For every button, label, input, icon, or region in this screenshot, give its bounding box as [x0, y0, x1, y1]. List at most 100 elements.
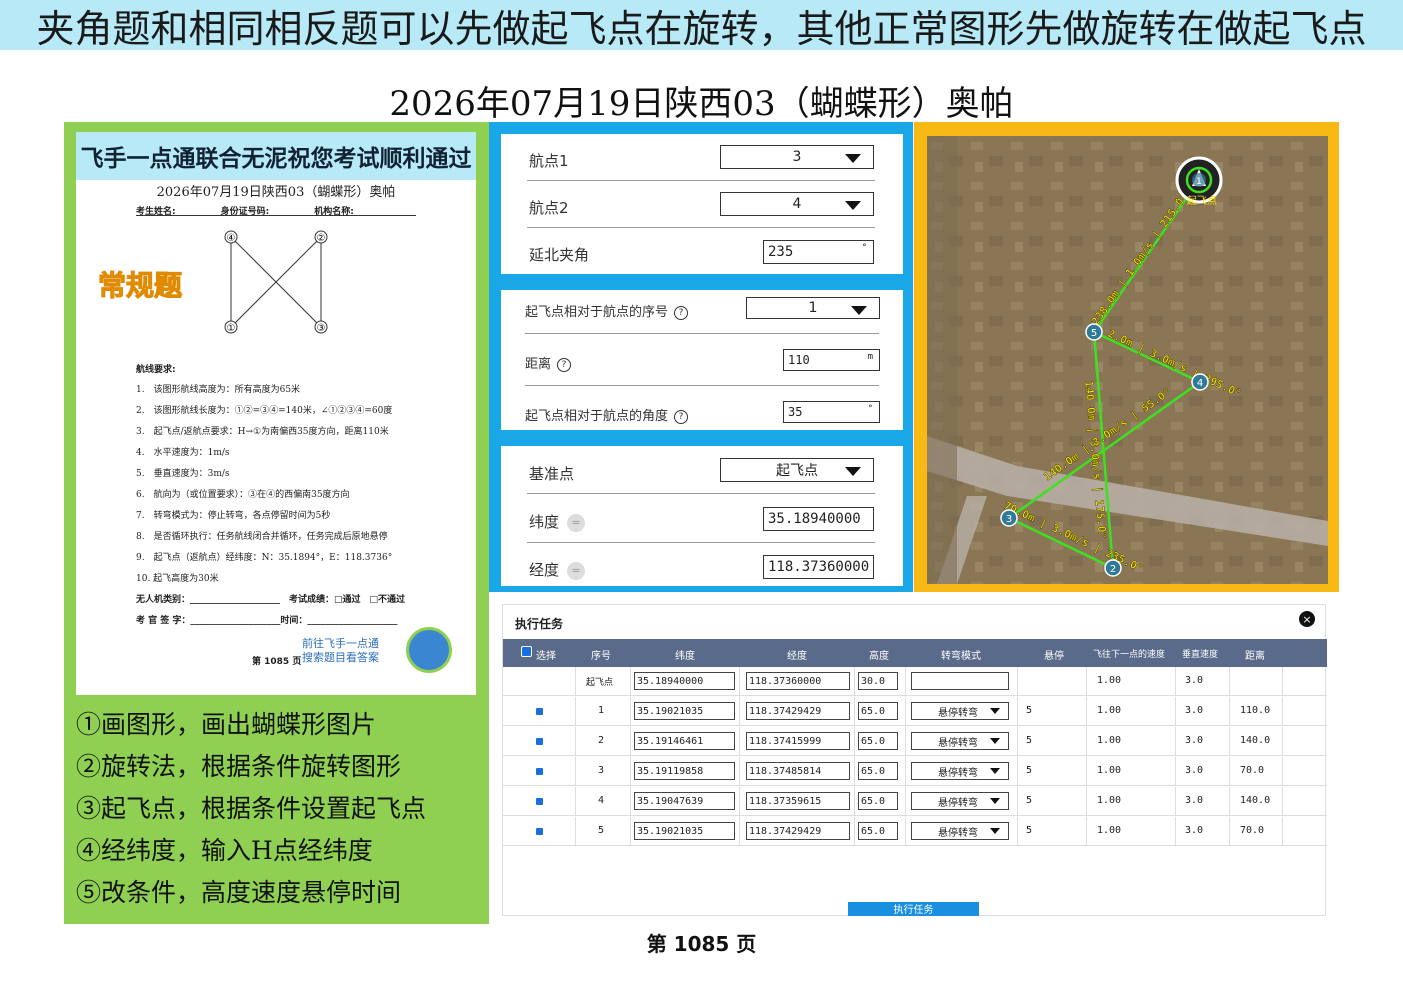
mode-select[interactable]: 悬停转弯: [911, 762, 1009, 780]
step-item: ⑤改条件，高度速度悬停时间: [76, 878, 402, 907]
hover-cell: 5: [1026, 705, 1033, 716]
lat-input[interactable]: 35.18940000: [763, 507, 874, 531]
equals-icon[interactable]: =: [567, 513, 586, 532]
lat-cell[interactable]: 35.19146461: [634, 732, 735, 750]
seq-label-text: 起飞点相对于航点的序号: [525, 305, 669, 320]
row-seq: 1: [598, 705, 605, 716]
execute-mission-button[interactable]: 执行任务: [848, 902, 979, 916]
lon-input[interactable]: 118.37360000: [763, 555, 874, 579]
qr-logo-icon: [406, 627, 452, 673]
angle-input[interactable]: 235 °: [763, 240, 874, 264]
table-row: 3 35.19119858 118.37485814 65.0 悬停转弯 5 1…: [503, 757, 1327, 786]
lat-cell[interactable]: 35.19021035: [634, 822, 735, 840]
alt-cell[interactable]: 65.0: [858, 792, 898, 810]
divider: [525, 385, 879, 386]
paper-header: 飞手一点通联合无泥祝您考试顺利通过: [76, 132, 476, 180]
table-row: 5 35.19021035 118.37429429 65.0 悬停转弯 5 1…: [503, 817, 1327, 846]
ang-input[interactable]: 35 °: [783, 401, 880, 423]
lon-cell[interactable]: 118.37359615: [746, 792, 850, 810]
help-icon[interactable]: ?: [674, 409, 689, 424]
diagram-label-1: ①: [227, 323, 236, 334]
lat-cell[interactable]: 35.18940000: [634, 672, 735, 690]
row-checkbox[interactable]: [536, 828, 543, 835]
alt-cell[interactable]: 65.0: [858, 702, 898, 720]
satellite-map[interactable]: 238.0m | 1.0m/s | 215.0° 2.0m | 3.0m/s |…: [927, 136, 1328, 584]
equals-icon[interactable]: =: [567, 561, 586, 580]
requirement-item: 1. 该图形航线高度为：所有高度为65米: [136, 385, 301, 395]
mode-value: 悬停转弯: [938, 707, 978, 719]
mode-value: 悬停转弯: [938, 737, 978, 749]
help-icon[interactable]: ?: [557, 357, 572, 372]
mode-value: 悬停转弯: [938, 767, 978, 779]
lat-cell[interactable]: 35.19119858: [634, 762, 735, 780]
close-icon[interactable]: ×: [1299, 611, 1315, 627]
step-item: ②旋转法，根据条件旋转图形: [76, 752, 402, 781]
hover-cell: 5: [1026, 795, 1033, 806]
requirement-item: 7. 转弯模式为：停止转弯，各点停留时间为5秒: [136, 511, 331, 521]
mode-select[interactable]: 悬停转弯: [911, 792, 1009, 810]
terrain-strip: [927, 136, 957, 584]
chevron-down-icon: [990, 738, 1000, 744]
row-seq: 3: [598, 765, 605, 776]
dist-input[interactable]: 110 m: [783, 349, 880, 371]
lon-cell[interactable]: 118.37415999: [746, 732, 850, 750]
row-checkbox[interactable]: [536, 738, 543, 745]
requirement-item: 10. 起飞高度为30米: [136, 574, 219, 584]
alt-cell[interactable]: 65.0: [858, 732, 898, 750]
ang-label-text: 起飞点相对于航点的角度: [525, 409, 669, 424]
speed-cell: 1.00: [1097, 675, 1122, 686]
lon-cell[interactable]: 118.37429429: [746, 822, 850, 840]
mode-select[interactable]: 悬停转弯: [911, 702, 1009, 720]
page-number: 第 1085 页: [646, 932, 757, 956]
alt-cell[interactable]: 30.0: [858, 672, 898, 690]
requirements-list: 1. 该图形航线高度为：所有高度为65米 2. 该图形航线长度为：①②=③④=1…: [136, 380, 392, 590]
chevron-down-icon: [990, 828, 1000, 834]
lon-cell[interactable]: 118.37429429: [746, 702, 850, 720]
seq-label: 起飞点相对于航点的序号?: [525, 301, 689, 320]
col-header: 转弯模式: [941, 651, 981, 662]
mode-cell[interactable]: [911, 672, 1009, 690]
wp1-select[interactable]: 3: [720, 145, 874, 169]
select-all-checkbox[interactable]: [521, 646, 532, 657]
lon-cell[interactable]: 118.37360000: [746, 672, 850, 690]
table-row: 起飞点 35.18940000 118.37360000 30.0 1.00 3…: [503, 667, 1327, 696]
row-checkbox[interactable]: [536, 708, 543, 715]
row-checkbox[interactable]: [536, 798, 543, 805]
diagram-label-4: ④: [227, 233, 236, 244]
vspeed-cell: 3.0: [1185, 825, 1204, 836]
vspeed-cell: 3.0: [1185, 765, 1204, 776]
paper-subtitle: 2026年07月19日陕西03（蝴蝶形）奥帕: [156, 185, 396, 200]
mode-select[interactable]: 悬停转弯: [911, 822, 1009, 840]
ref-select[interactable]: 起飞点: [720, 458, 874, 482]
col-header: 垂直速度: [1182, 650, 1219, 660]
lat-cell[interactable]: 35.19047639: [634, 792, 735, 810]
promo-text: 前往飞手一点通 搜索题目看答案: [302, 637, 379, 665]
butterfly-diagram: ④ ② ① ③: [224, 230, 328, 334]
ang-value: 35: [788, 405, 803, 419]
seq-select[interactable]: 1: [746, 297, 880, 319]
divider: [527, 227, 875, 228]
mission-table: 执行任务 × 选择 序号 纬度 经度 高度 转弯模式 悬停 飞往下一点的速度 垂…: [502, 604, 1327, 916]
ang-unit: °: [867, 404, 873, 414]
ang-label: 起飞点相对于航点的角度?: [525, 405, 689, 424]
wp2-select[interactable]: 4: [720, 192, 874, 216]
table-row: 2 35.19146461 118.37415999 65.0 悬停转弯 5 1…: [503, 727, 1327, 756]
lat-cell[interactable]: 35.19021035: [634, 702, 735, 720]
mode-select[interactable]: 悬停转弯: [911, 732, 1009, 750]
angle-value: 235: [768, 244, 794, 260]
chevron-down-icon: [845, 154, 861, 163]
lat-label-text: 纬度: [529, 513, 560, 531]
row-checkbox[interactable]: [536, 768, 543, 775]
routine-badge: 常规题: [97, 269, 183, 303]
divider: [525, 333, 879, 334]
help-icon[interactable]: ?: [674, 305, 689, 320]
waypoint-label: 4: [1197, 378, 1203, 389]
mode-value: 悬停转弯: [938, 797, 978, 809]
divider: [136, 215, 416, 216]
diagram-label-3: ③: [317, 323, 326, 334]
lon-cell[interactable]: 118.37485814: [746, 762, 850, 780]
alt-cell[interactable]: 65.0: [858, 762, 898, 780]
ref-value: 起飞点: [776, 463, 818, 479]
settings-panel: 航点1 3 航点2 4 延北夹角 235 ° 起飞点相对于航点的序号? 1 距离?…: [489, 122, 913, 592]
alt-cell[interactable]: 65.0: [858, 822, 898, 840]
